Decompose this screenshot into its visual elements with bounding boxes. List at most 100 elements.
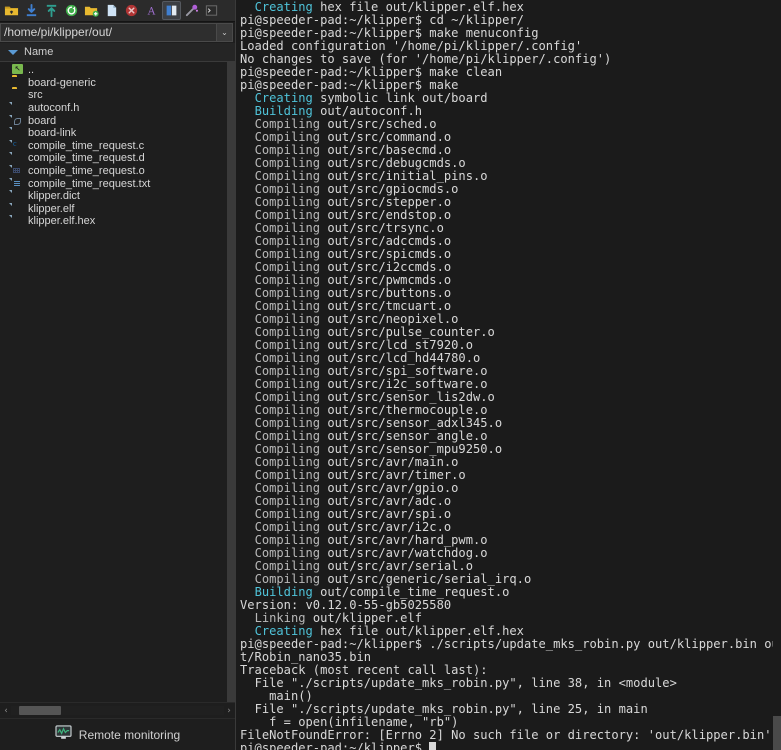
list-item[interactable]: ↖.. [0, 64, 235, 77]
terminal-text: Compiling [240, 377, 328, 391]
list-item-label: klipper.elf.hex [28, 215, 96, 228]
terminal-text: out/src/sensor_lis2dw.o [327, 390, 495, 404]
terminal-scrollbar-thumb[interactable] [773, 716, 781, 750]
hscrollbar-track[interactable] [11, 706, 224, 715]
terminal-text: out/src/i2c_software.o [327, 377, 488, 391]
terminal-text: Compiling [240, 455, 328, 469]
list-item[interactable]: compile_time_request.d [0, 152, 235, 165]
scroll-left-icon[interactable]: ‹ [1, 706, 11, 716]
file-list-hscrollbar[interactable]: ‹ › [0, 702, 235, 718]
list-item-label: board-link [28, 127, 77, 140]
terminal-scrollbar[interactable] [773, 0, 781, 750]
path-input[interactable]: /home/pi/klipper/out/ ⌄ [0, 22, 233, 42]
terminal-text: out/src/avr/watchdog.o [327, 546, 488, 560]
list-item[interactable]: compile_time_request.o [0, 165, 235, 178]
list-item-label: klipper.elf [28, 202, 75, 215]
terminal-text: out/autoconf.h [320, 104, 423, 118]
new-file-icon[interactable] [102, 1, 121, 20]
terminal-text: out/src/avr/adc.o [327, 494, 452, 508]
terminal-text: Compiling [240, 247, 328, 261]
terminal-panel[interactable]: Creating hex file out/klipper.elf.hex pi@… [236, 0, 781, 750]
toggle-panel-icon[interactable] [162, 1, 181, 20]
terminal-icon[interactable] [202, 1, 221, 20]
terminal-text: symbolic link out/board [320, 91, 488, 105]
list-item[interactable]: compile_time_request.c [0, 140, 235, 153]
status-bar[interactable]: Remote monitoring [0, 718, 235, 750]
list-item[interactable]: board-link [0, 127, 235, 140]
terminal-text: out/src/pulse_counter.o [327, 325, 495, 339]
terminal-text: Compiling [240, 416, 328, 430]
list-item-label: compile_time_request.o [28, 165, 145, 178]
delete-icon[interactable] [122, 1, 141, 20]
open-folder-icon[interactable] [2, 1, 21, 20]
terminal-text: Compiling [240, 299, 328, 313]
terminal-text: Compiling [240, 169, 328, 183]
terminal-text: hex file out/klipper.elf.hex [320, 624, 524, 638]
header-file-icon [12, 102, 23, 114]
terminal-text: out/src/avr/main.o [327, 455, 459, 469]
terminal-text: Building [240, 104, 321, 118]
terminal-text: Loaded configuration '/home/pi/klipper/.… [240, 39, 583, 53]
terminal-text: out/src/avr/spi.o [327, 507, 452, 521]
column-header-name[interactable]: Name [24, 46, 53, 58]
list-item[interactable]: compile_time_request.txt [0, 177, 235, 190]
terminal-text: out/klipper.elf [312, 611, 423, 625]
file-toolbar: A [0, 0, 235, 22]
terminal-text: out/src/sched.o [327, 117, 437, 131]
terminal-text: out/src/adccmds.o [327, 234, 452, 248]
terminal-text: out/src/avr/hard_pwm.o [327, 533, 488, 547]
list-item[interactable]: klipper.dict [0, 190, 235, 203]
list-item-label: board [28, 114, 57, 127]
terminal-text: out/src/gpiocmds.o [327, 182, 459, 196]
list-item-label: .. [28, 64, 35, 77]
terminal-text: out/src/avr/timer.o [327, 468, 466, 482]
terminal-text: pi@speeder-pad:~/klipper$ ./scripts/upda… [240, 637, 779, 664]
refresh-icon[interactable] [62, 1, 81, 20]
terminal-text: Compiling [240, 403, 328, 417]
terminal-text: Compiling [240, 351, 328, 365]
terminal-text: Creating [240, 91, 321, 105]
terminal-text: out/src/debugcmds.o [327, 156, 466, 170]
svg-text:A: A [147, 5, 156, 17]
chevron-down-icon[interactable]: ⌄ [216, 23, 232, 41]
font-icon[interactable]: A [142, 1, 161, 20]
terminal-text: Compiling [240, 325, 328, 339]
download-icon[interactable] [22, 1, 41, 20]
list-item-label: board-generic [28, 76, 96, 89]
list-item[interactable]: src [0, 89, 235, 102]
file-icon [12, 203, 23, 215]
upload-icon[interactable] [42, 1, 61, 20]
scroll-right-icon[interactable]: › [224, 706, 234, 716]
terminal-text: Compiling [240, 130, 328, 144]
list-item[interactable]: klipper.elf.hex [0, 215, 235, 228]
terminal-text: FileNotFoundError: [Errno 2] No such fil… [240, 728, 772, 742]
terminal-text: Compiling [240, 520, 328, 534]
terminal-text: Compiling [240, 312, 328, 326]
terminal-text: out/src/initial_pins.o [327, 169, 488, 183]
list-item[interactable]: autoconf.h [0, 102, 235, 115]
sort-descending-icon[interactable] [8, 49, 18, 55]
file-list[interactable]: ↖.. board-generic src autoconf.h board board-… [0, 62, 235, 702]
terminal-text: Compiling [240, 195, 328, 209]
terminal-text: Compiling [240, 208, 328, 222]
file-list-scrollbar[interactable] [227, 62, 235, 702]
terminal-text: out/src/spi_software.o [327, 364, 488, 378]
terminal-text: Compiling [240, 117, 328, 131]
terminal-line: pi@speeder-pad:~/klipper$ ./scripts/upda… [240, 638, 781, 664]
symlink-file-icon [12, 115, 23, 127]
list-item[interactable]: board [0, 114, 235, 127]
file-list-scrollbar-thumb[interactable] [227, 62, 235, 702]
file-icon [12, 152, 23, 164]
magic-wand-icon[interactable] [182, 1, 201, 20]
terminal-text: Compiling [240, 156, 328, 170]
terminal-text: Compiling [240, 533, 328, 547]
terminal-text: out/src/lcd_hd44780.o [327, 351, 481, 365]
list-item[interactable]: board-generic [0, 77, 235, 90]
new-folder-icon[interactable] [82, 1, 101, 20]
terminal-text: Version: v0.12.0-55-gb5025580 [240, 598, 452, 612]
terminal-text: out/src/avr/gpio.o [327, 481, 459, 495]
hscrollbar-thumb[interactable] [19, 706, 61, 715]
terminal-text: out/src/sensor_angle.o [327, 429, 488, 443]
list-item[interactable]: klipper.elf [0, 203, 235, 216]
path-bar-container: /home/pi/klipper/out/ ⌄ [0, 22, 235, 43]
